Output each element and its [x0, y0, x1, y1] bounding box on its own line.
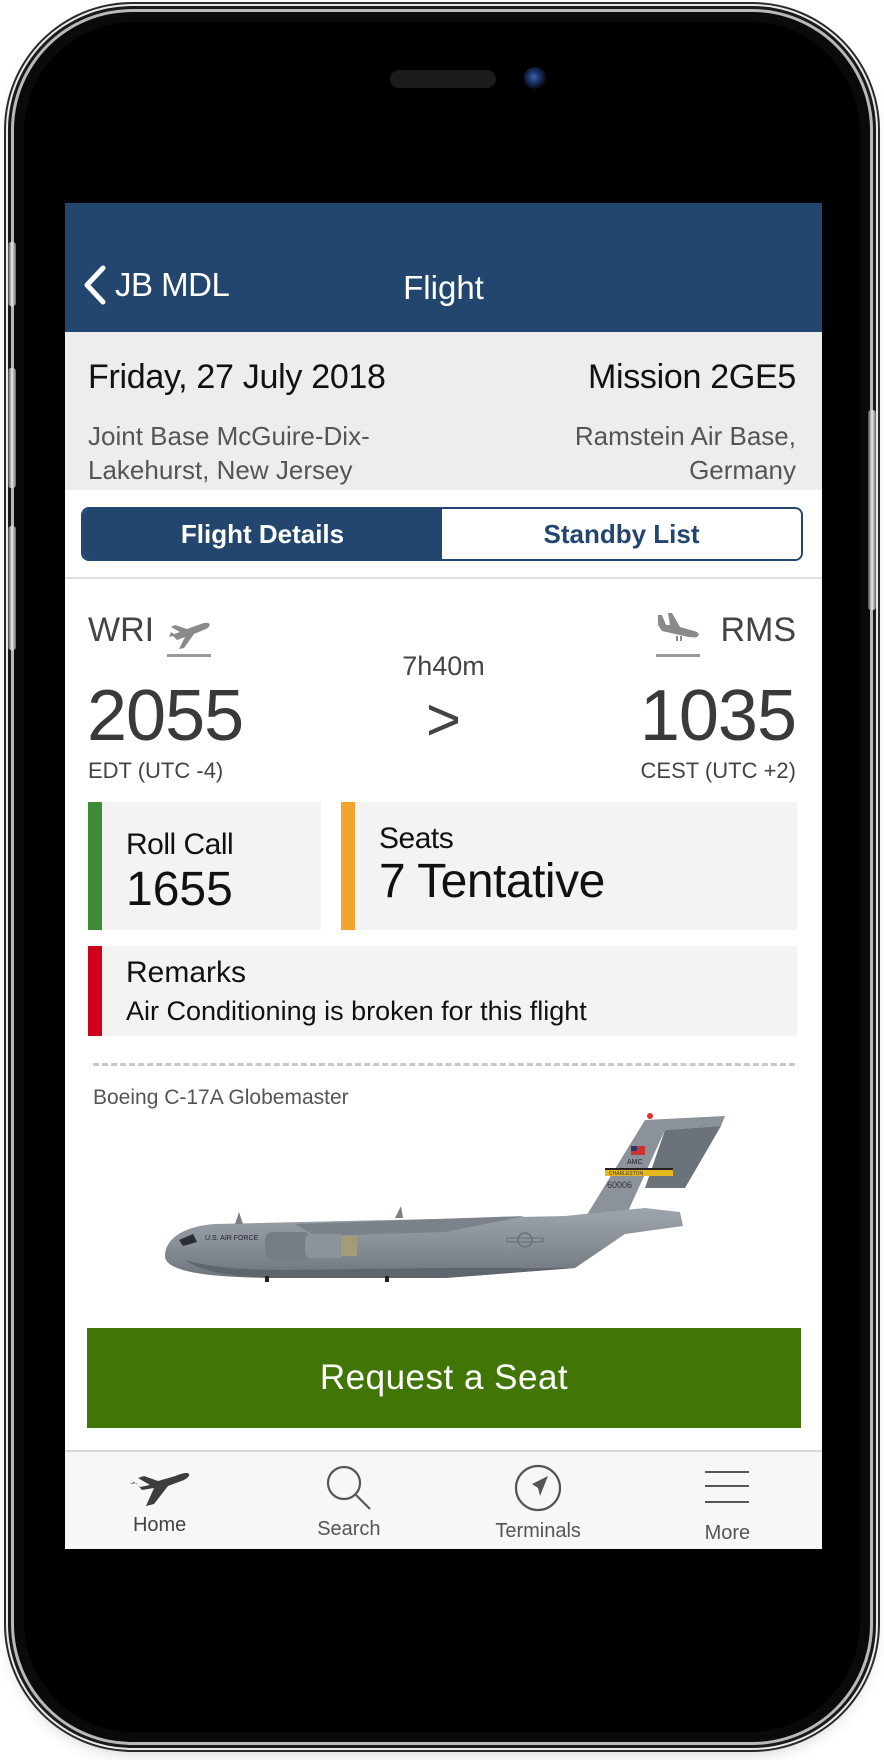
- volume-down-button: [8, 526, 16, 650]
- tab-home[interactable]: Home: [65, 1452, 254, 1549]
- divider: [65, 577, 822, 579]
- seats-value: 7 Tentative: [379, 855, 605, 908]
- flight-header: Friday, 27 July 2018 Mission 2GE5 Joint …: [65, 332, 822, 490]
- tail-unit-text: AMC: [627, 1159, 643, 1166]
- tail-number-text: 60006: [607, 1180, 632, 1190]
- power-button: [868, 410, 876, 610]
- departure-code: WRI: [88, 611, 155, 649]
- app-screen: JB MDL Flight Friday, 27 July 2018 Missi…: [65, 203, 822, 1549]
- origin-location: Joint Base McGuire-Dix-Lakehurst, New Je…: [88, 421, 370, 485]
- tab-terminals[interactable]: Terminals: [444, 1452, 633, 1549]
- aircraft-type: Boeing C-17A Globemaster: [93, 1086, 349, 1109]
- roll-call-indicator: [88, 802, 102, 930]
- tab-more-label: More: [704, 1522, 751, 1544]
- search-icon: [326, 1465, 371, 1510]
- roll-call-label: Roll Call: [126, 828, 234, 861]
- flight-date: Friday, 27 July 2018: [88, 358, 386, 396]
- departure-time: 2055: [87, 676, 244, 756]
- remarks-indicator: [88, 946, 102, 1036]
- tab-flight-details[interactable]: Flight Details: [83, 509, 442, 559]
- volume-up-button: [8, 368, 16, 488]
- mission-id: Mission 2GE5: [587, 358, 796, 396]
- request-seat-button[interactable]: Request a Seat: [87, 1328, 801, 1428]
- arrival-code: RMS: [720, 611, 796, 649]
- dashed-divider: [93, 1063, 795, 1066]
- arrival-timezone: CEST (UTC +2): [640, 758, 796, 783]
- page-title: Flight: [403, 269, 484, 306]
- seats-label: Seats: [379, 822, 454, 855]
- remarks-label: Remarks: [126, 956, 247, 989]
- tab-more[interactable]: More: [633, 1452, 822, 1549]
- tab-terminals-label: Terminals: [495, 1520, 581, 1542]
- tail-band-text: CHARLESTON: [609, 1171, 643, 1177]
- departure-timezone: EDT (UTC -4): [88, 758, 224, 783]
- tab-bar: Home Search Terminals More: [65, 1450, 822, 1549]
- segmented-control: Flight Details Standby List: [81, 507, 803, 561]
- seats-indicator: [341, 802, 355, 930]
- aircraft-illustration: AMC CHARLESTON 60006 U.S. AIR FORCE: [165, 1113, 725, 1282]
- roll-call-time: 1655: [126, 863, 233, 916]
- roll-call-card: Roll Call 1655: [88, 802, 321, 930]
- remarks-card: Remarks Air Conditioning is broken for t…: [88, 946, 797, 1036]
- fuselage-text: U.S. AIR FORCE: [205, 1235, 259, 1242]
- tab-home-label: Home: [132, 1514, 187, 1536]
- front-camera: [524, 67, 546, 89]
- tab-search-label: Search: [317, 1518, 381, 1540]
- destination-location: Ramstein Air Base, Germany: [574, 421, 796, 485]
- compass-icon: [515, 1464, 562, 1512]
- arrival-time: 1035: [639, 676, 797, 756]
- airplane-icon: [129, 1473, 189, 1506]
- remarks-text: Air Conditioning is broken for this flig…: [126, 996, 587, 1026]
- earpiece-speaker: [390, 70, 496, 88]
- seats-card: Seats 7 Tentative: [341, 802, 797, 930]
- mute-switch: [8, 242, 16, 306]
- menu-icon: [705, 1471, 750, 1503]
- navigation-bar: JB MDL Flight: [65, 203, 822, 332]
- tab-standby-list[interactable]: Standby List: [442, 509, 801, 559]
- tab-search[interactable]: Search: [254, 1452, 443, 1549]
